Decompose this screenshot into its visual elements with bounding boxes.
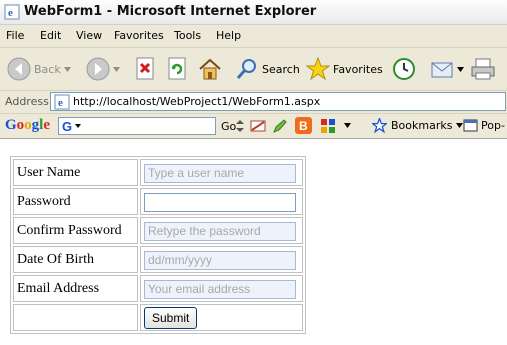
table-row: Email Address [13,275,303,302]
standard-toolbar: Back Search Favorites [0,48,507,91]
date-of-birth-label: Date Of Birth [13,246,138,273]
google-toolbar: Google G Go B Bookmarks Pop- [0,114,507,139]
chevron-down-icon [457,66,464,72]
address-bar: Address e http://localhost/WebProject1/W… [0,91,507,114]
email-address-input[interactable] [144,279,296,299]
address-field[interactable]: e http://localhost/WebProject1/WebForm1.… [50,92,506,111]
confirm-password-label: Confirm Password [13,217,138,244]
chevron-down-icon[interactable] [344,123,351,128]
search-icon [236,59,256,79]
popup-label: Pop- [481,119,505,132]
menu-bar: File Edit View Favorites Tools Help [0,25,507,48]
forward-button[interactable] [86,54,120,84]
back-button[interactable]: Back [7,54,71,84]
title-bar: e WebForm1 - Microsoft Internet Explorer [0,0,507,25]
forward-arrow-icon [86,57,110,81]
google-search-input[interactable]: G [58,117,216,135]
user-name-input[interactable] [144,163,296,183]
internet-explorer-icon: e [4,4,20,20]
confirm-password-input[interactable] [144,221,296,241]
svg-text:G: G [62,119,72,133]
table-row: Submit [13,304,303,331]
stop-icon [136,57,154,80]
print-button[interactable] [470,54,496,84]
table-row: Password [13,188,303,215]
page-content: User Name Password Confirm Password Date… [0,139,507,345]
no-popup-icon[interactable] [250,118,266,134]
chevron-down-icon [113,66,120,72]
page-icon: e [54,94,70,110]
stop-button[interactable] [134,54,156,84]
printer-icon [471,58,495,80]
pencil-icon[interactable] [272,118,288,134]
menu-view[interactable]: View [76,29,102,42]
blogger-icon[interactable]: B [295,117,312,134]
history-icon [393,58,415,80]
popup-window-icon [463,119,478,132]
svg-text:e: e [8,7,13,19]
refresh-button[interactable] [166,54,188,84]
star-outline-icon [372,118,387,133]
refresh-icon [168,57,186,80]
menu-tools[interactable]: Tools [174,29,201,42]
pagerank-icon[interactable] [320,117,338,135]
table-row: User Name [13,159,303,186]
back-label: Back [34,62,61,76]
search-button[interactable]: Search [235,54,300,84]
menu-edit[interactable]: Edit [40,29,61,42]
email-address-label: Email Address [13,275,138,302]
password-label: Password [13,188,138,215]
google-g-icon: G [62,119,81,133]
search-label: Search [262,62,300,76]
mail-icon [431,62,453,78]
home-button[interactable] [197,54,223,84]
favorites-button[interactable]: Favorites [306,54,383,84]
user-name-label: User Name [13,159,138,186]
back-arrow-icon [7,57,31,81]
menu-file[interactable]: File [6,29,24,42]
bookmarks-label: Bookmarks [391,119,453,132]
menu-help[interactable]: Help [216,29,241,42]
google-go-button[interactable]: Go [221,120,236,133]
menu-favorites[interactable]: Favorites [114,29,164,42]
registration-form-table: User Name Password Confirm Password Date… [10,156,306,334]
bookmarks-button[interactable]: Bookmarks [372,118,464,133]
mail-button[interactable] [430,54,464,84]
svg-text:B: B [299,119,308,133]
address-label: Address [5,95,49,108]
arrows-icon [236,120,244,132]
password-input[interactable] [144,192,296,212]
google-logo: Google [5,117,51,133]
home-icon [199,58,221,80]
history-button[interactable] [391,54,417,84]
favorites-label: Favorites [333,62,383,76]
submit-button[interactable]: Submit [144,306,198,329]
date-of-birth-input[interactable] [144,250,296,270]
address-url: http://localhost/WebProject1/WebForm1.as… [73,95,321,108]
window-title: WebForm1 - Microsoft Internet Explorer [24,4,317,19]
empty-cell [13,304,138,331]
table-row: Confirm Password [13,217,303,244]
chevron-down-icon [63,66,71,72]
table-row: Date Of Birth [13,246,303,273]
popup-blocker-button[interactable]: Pop- [463,118,505,133]
star-icon [306,57,330,81]
svg-text:e: e [58,97,63,109]
